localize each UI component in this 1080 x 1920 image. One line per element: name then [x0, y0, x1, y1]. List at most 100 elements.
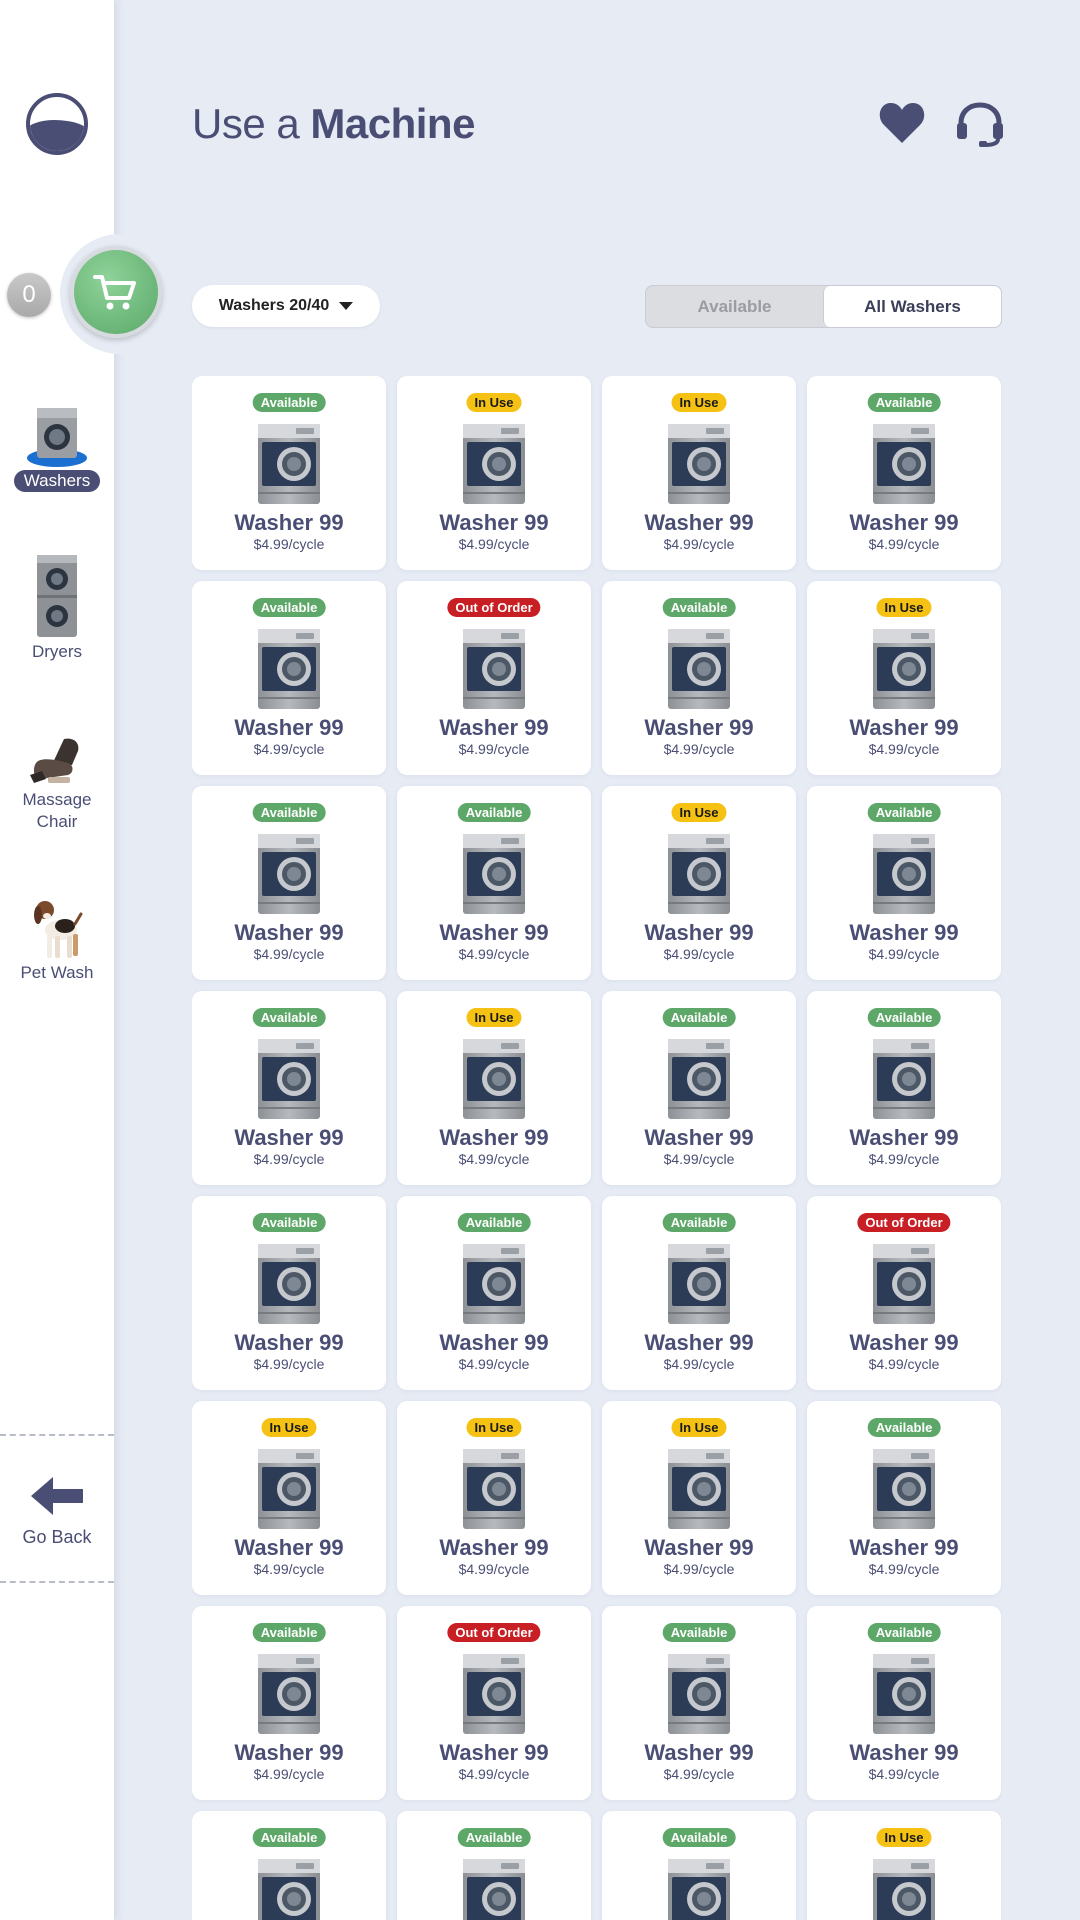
status-badge: Available [662, 598, 736, 617]
status-badge: Out of Order [857, 1213, 951, 1232]
washer-icon [258, 1654, 320, 1734]
machine-card[interactable]: Available Washer 99 $4.99/cycle [397, 1196, 591, 1390]
machine-price: $4.99/cycle [663, 946, 735, 962]
status-badge: In Use [671, 1418, 727, 1437]
heart-icon[interactable] [878, 101, 926, 145]
caret-down-icon [339, 302, 354, 310]
washer-icon [258, 424, 320, 504]
machine-price: $4.99/cycle [458, 1356, 530, 1372]
machine-name: Washer 99 [234, 510, 344, 535]
machine-name: Washer 99 [849, 1330, 959, 1355]
machine-card[interactable]: In Use Washer 99 $4.99/cycle [397, 376, 591, 570]
washer-icon [873, 1859, 935, 1920]
machine-card[interactable]: Available Washer 99 $4.99/cycle [807, 786, 1001, 980]
machine-name: Washer 99 [644, 920, 754, 945]
washer-icon [668, 1039, 730, 1119]
machine-card[interactable]: Available Washer 99 $4.99/cycle [602, 1196, 796, 1390]
machine-name: Washer 99 [234, 1125, 344, 1150]
machine-card[interactable]: Available Washer 99 $4.99/cycle [602, 1811, 796, 1920]
washer-icon [873, 1244, 935, 1324]
status-badge: In Use [671, 393, 727, 412]
filter-available[interactable]: Available [646, 286, 823, 327]
machine-card[interactable]: Available Washer 99 $4.99/cycle [602, 581, 796, 775]
washer-icon [873, 1039, 935, 1119]
machine-card[interactable]: Available Washer 99 $4.99/cycle [602, 1606, 796, 1800]
machine-card[interactable]: In Use Washer 99 $4.99/cycle [807, 1811, 1001, 1920]
washer-icon [258, 1039, 320, 1119]
cart-button[interactable] [70, 246, 162, 338]
machine-card[interactable]: In Use Washer 99 $4.99/cycle [192, 1401, 386, 1595]
status-badge: Available [867, 1008, 941, 1027]
machine-price: $4.99/cycle [868, 1151, 940, 1167]
machine-card[interactable]: In Use Washer 99 $4.99/cycle [397, 991, 591, 1185]
machine-name: Washer 99 [234, 920, 344, 945]
machine-card[interactable]: Out of Order Washer 99 $4.99/cycle [397, 1606, 591, 1800]
machine-price: $4.99/cycle [253, 741, 325, 757]
machine-name: Washer 99 [234, 1535, 344, 1560]
machine-name: Washer 99 [439, 715, 549, 740]
machine-card[interactable]: Out of Order Washer 99 $4.99/cycle [397, 581, 591, 775]
washer-icon [463, 1244, 525, 1324]
machine-card[interactable]: In Use Washer 99 $4.99/cycle [602, 376, 796, 570]
machine-card[interactable]: In Use Washer 99 $4.99/cycle [602, 1401, 796, 1595]
status-badge: Available [662, 1213, 736, 1232]
machine-price: $4.99/cycle [868, 536, 940, 552]
machine-name: Washer 99 [644, 1330, 754, 1355]
machine-dropdown[interactable]: Washers 20/40 [192, 285, 380, 327]
machine-card[interactable]: Available Washer 99 $4.99/cycle [192, 786, 386, 980]
washer-icon [873, 1449, 935, 1529]
machine-name: Washer 99 [644, 1535, 754, 1560]
machine-name: Washer 99 [234, 715, 344, 740]
headset-icon[interactable] [955, 101, 1005, 147]
dog-icon [34, 901, 83, 958]
machine-card[interactable]: Available Washer 99 $4.99/cycle [602, 991, 796, 1185]
machine-card[interactable]: In Use Washer 99 $4.99/cycle [807, 581, 1001, 775]
machine-card[interactable]: Available Washer 99 $4.99/cycle [397, 786, 591, 980]
go-back-button[interactable]: Go Back [0, 1475, 114, 1548]
sidebar-item-label: Massage Chair [22, 790, 92, 831]
machine-card[interactable]: Available Washer 99 $4.99/cycle [397, 1811, 591, 1920]
status-badge: Available [457, 803, 531, 822]
machine-name: Washer 99 [644, 1125, 754, 1150]
machine-card[interactable]: Available Washer 99 $4.99/cycle [807, 376, 1001, 570]
status-badge: Available [867, 1418, 941, 1437]
sidebar-item-washers[interactable]: Washers [0, 404, 114, 492]
status-badge: Available [252, 1623, 326, 1642]
machine-price: $4.99/cycle [458, 1561, 530, 1577]
machine-card[interactable]: Available Washer 99 $4.99/cycle [807, 1606, 1001, 1800]
machine-card[interactable]: Out of Order Washer 99 $4.99/cycle [807, 1196, 1001, 1390]
status-badge: Available [867, 1623, 941, 1642]
washer-icon [873, 629, 935, 709]
machine-price: $4.99/cycle [868, 946, 940, 962]
status-badge: Available [252, 803, 326, 822]
machine-price: $4.99/cycle [458, 946, 530, 962]
machine-name: Washer 99 [234, 1740, 344, 1765]
machine-card[interactable]: Available Washer 99 $4.99/cycle [807, 1401, 1001, 1595]
washer-icon [873, 424, 935, 504]
machine-price: $4.99/cycle [253, 1151, 325, 1167]
machine-card[interactable]: Available Washer 99 $4.99/cycle [807, 991, 1001, 1185]
status-badge: Available [662, 1828, 736, 1847]
dropdown-label: Washers 20/40 [218, 297, 330, 314]
machine-card[interactable]: Available Washer 99 $4.99/cycle [192, 1196, 386, 1390]
machine-price: $4.99/cycle [458, 536, 530, 552]
machine-name: Washer 99 [439, 510, 549, 535]
divider [0, 1581, 114, 1583]
machine-card[interactable]: In Use Washer 99 $4.99/cycle [397, 1401, 591, 1595]
machine-card[interactable]: In Use Washer 99 $4.99/cycle [602, 786, 796, 980]
machine-card[interactable]: Available Washer 99 $4.99/cycle [192, 376, 386, 570]
arrow-left-icon [31, 1477, 83, 1515]
sidebar-item-massage-chair[interactable]: Massage Chair [0, 735, 114, 833]
page-title: Use a Machine [192, 100, 475, 147]
machine-card[interactable]: Available Washer 99 $4.99/cycle [192, 1811, 386, 1920]
sidebar-item-pet-wash[interactable]: Pet Wash [0, 898, 114, 984]
machine-card[interactable]: Available Washer 99 $4.99/cycle [192, 1606, 386, 1800]
washer-icon [258, 629, 320, 709]
machine-card[interactable]: Available Washer 99 $4.99/cycle [192, 991, 386, 1185]
washer-icon [463, 834, 525, 914]
sidebar-item-dryers[interactable]: Dryers [0, 553, 114, 663]
filter-all-washers[interactable]: All Washers [823, 286, 1001, 327]
machine-price: $4.99/cycle [253, 946, 325, 962]
machine-card[interactable]: Available Washer 99 $4.99/cycle [192, 581, 386, 775]
sidebar: 0 Washers Dryers Massage Chair Pet Wash … [0, 0, 168, 1920]
